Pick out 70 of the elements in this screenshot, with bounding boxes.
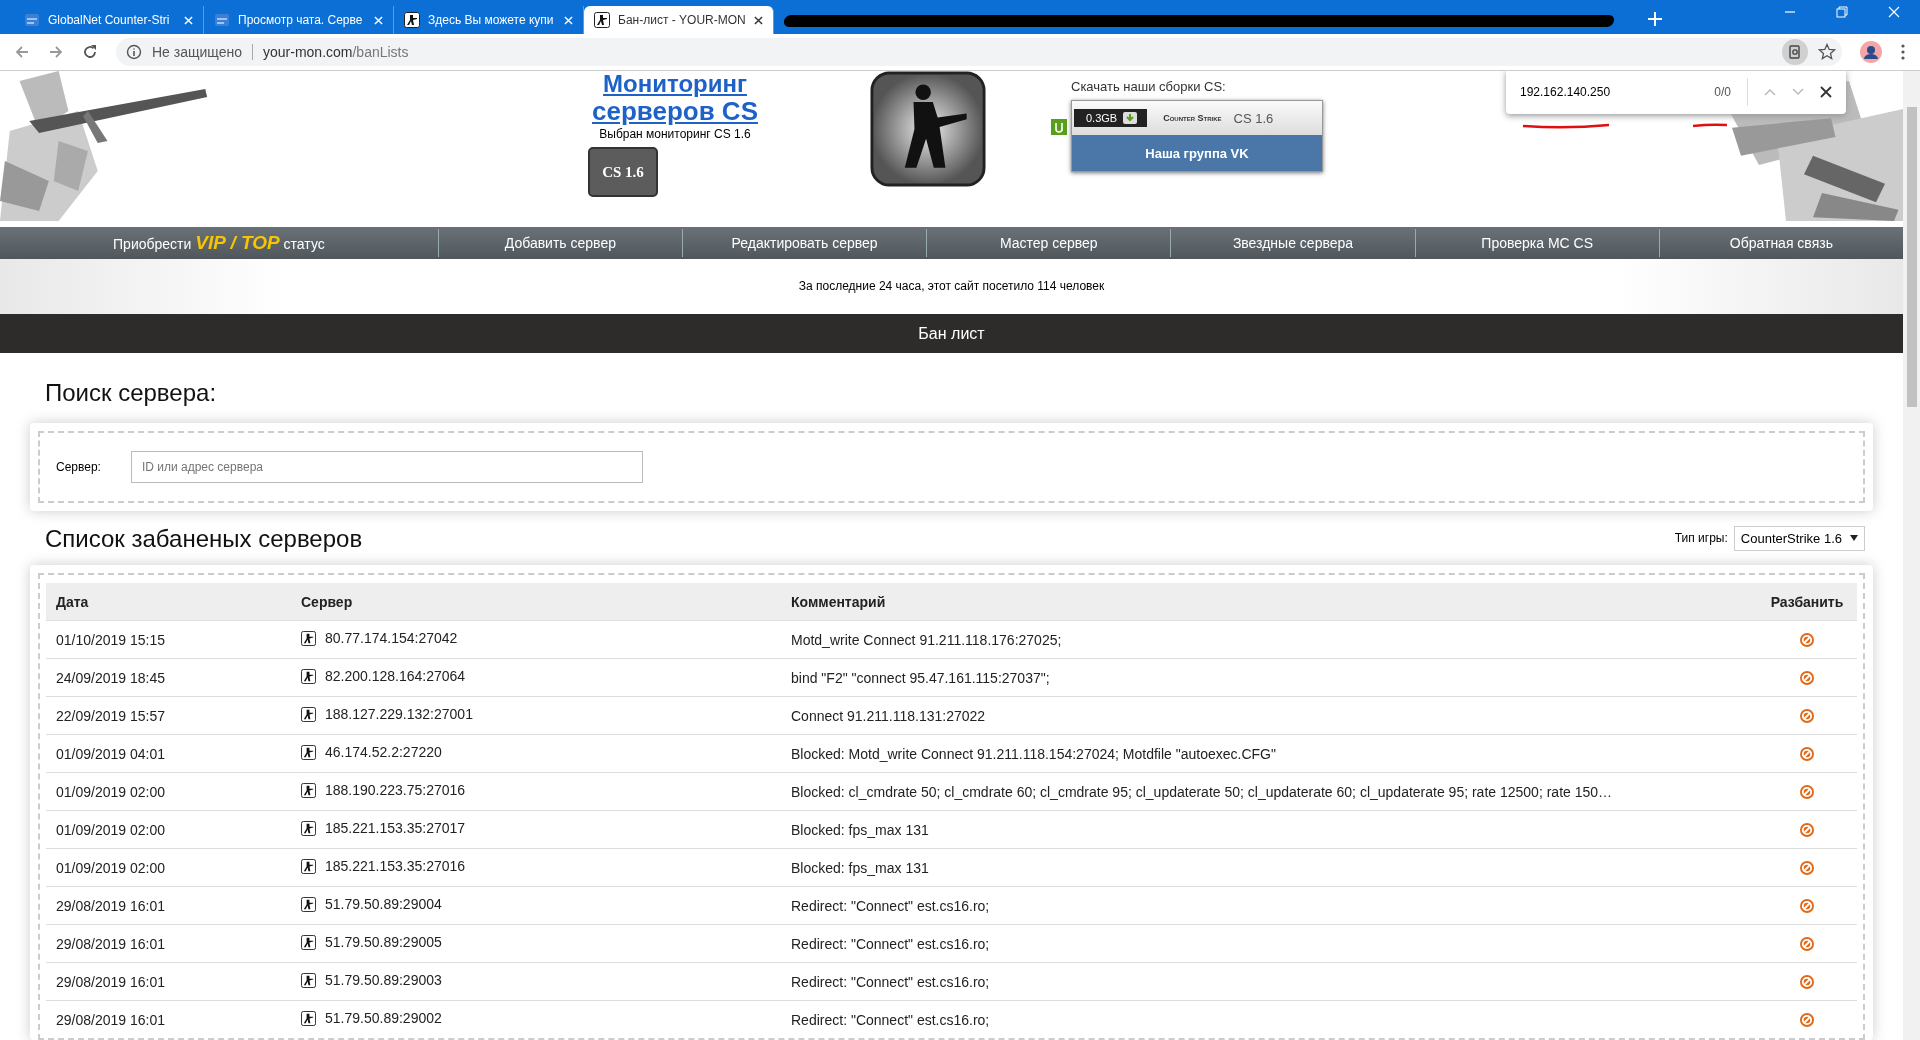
search-field[interactable]: ID или адрес сервера	[130, 451, 643, 483]
vk-group-button[interactable]: Наша группа VK	[1072, 135, 1322, 171]
nav-link[interactable]: Обратная связь	[1659, 234, 1903, 251]
table-cell: Connect 91.211.118.131:27022	[781, 696, 1757, 735]
table-cell: 01/09/2019 02:00	[46, 810, 291, 849]
nav-link[interactable]: Проверка МС CS	[1415, 234, 1659, 251]
server-address: 82.200.128.164:27064	[325, 668, 466, 685]
column-header: Дата	[46, 583, 291, 621]
server-address: 51.79.50.89:29005	[325, 934, 442, 951]
match-count: 0/0	[1714, 85, 1731, 99]
tab-title: Здесь Вы можете купи	[428, 13, 555, 27]
section-heading: Список забаненых серверов	[45, 525, 363, 553]
table-cell: 01/10/2019 15:15	[46, 620, 291, 659]
game-button[interactable]: CS 1.6	[588, 147, 658, 197]
table-cell: bind "F2" "connect 95.47.161.115:27037";	[781, 658, 1757, 697]
security-label: Не защищено	[152, 44, 253, 60]
page-title: Бан лист	[918, 324, 985, 343]
tab-title: Бан-лист - YOUR-MON	[618, 13, 746, 27]
browser-tab[interactable]: Бан-лист - YOUR-MON	[584, 6, 774, 34]
site-title-link[interactable]: Мониторинг	[603, 71, 747, 97]
server-address: 51.79.50.89:29004	[325, 896, 442, 913]
table-cell: Blocked: cl_cmdrate 50; cl_cmdrate 60; cl_cmdrate 95; cl_updaterate 50; cl_updaterate 60; cl_updaterate 95; rate 12500; rate 150…	[781, 772, 1757, 811]
version-text: CS 1.6	[1233, 110, 1274, 126]
table-cell: Redirect: "Connect" est.cs16.ro;	[781, 886, 1757, 925]
nav-link[interactable]: Мастер сервер	[927, 234, 1171, 251]
table-cell: 29/08/2019 16:01	[46, 924, 291, 963]
tab-title: GlobalNet Counter-Stri	[48, 13, 171, 27]
table-cell: 29/08/2019 16:01	[46, 1000, 291, 1038]
nav-link[interactable]: Добавить сервер	[438, 234, 682, 251]
table-cell: 29/08/2019 16:01	[46, 886, 291, 925]
table-cell: Blocked: fps_max 131	[781, 848, 1757, 887]
brand-text: Counter Strike	[1163, 113, 1222, 123]
server-address: 185.221.153.35:27017	[325, 820, 466, 837]
monitoring-subtitle: Выбран мониторинг CS 1.6	[599, 127, 751, 141]
nav-link[interactable]: Звездные сервера	[1171, 234, 1415, 251]
column-header: Комментарий	[781, 583, 1757, 621]
table-cell: 22/09/2019 15:57	[46, 696, 291, 735]
table-cell: Motd_write Connect 91.211.118.176:27025;	[781, 620, 1757, 659]
field-label: Тип игры:	[1674, 531, 1728, 545]
table-cell: 01/09/2019 02:00	[46, 848, 291, 887]
server-address: 51.79.50.89:29003	[325, 972, 442, 989]
server-address: 80.77.174.154:27042	[325, 630, 458, 647]
table-cell: Blocked: Motd_write Connect 91.211.118.154:27024; Motdfile "autoexec.CFG"	[781, 734, 1757, 773]
nav-link[interactable]: Приобрести VIP / TOP статус	[0, 231, 438, 254]
server-address: 185.221.153.35:27016	[325, 858, 466, 875]
visitor-count: За последние 24 часа, этот сайт посетило 114 человек	[798, 279, 1105, 294]
download-button[interactable]: 0.3GB Counter Strike CS 1.6	[1072, 101, 1322, 135]
table-cell: 01/09/2019 02:00	[46, 772, 291, 811]
table-cell: 29/08/2019 16:01	[46, 962, 291, 1001]
server-address: 188.190.223.75:27016	[325, 782, 466, 799]
column-header: Разбанить	[1757, 583, 1857, 621]
server-address: 46.174.52.2:27220	[325, 744, 442, 761]
tab-title: Просмотр чата. Серве	[238, 13, 364, 27]
table-cell: 24/09/2019 18:45	[46, 658, 291, 697]
download-label: Скачать наши сборки CS:	[1071, 79, 1227, 94]
server-address: 188.127.229.132:27001	[325, 706, 473, 723]
table-cell: 01/09/2019 04:01	[46, 734, 291, 773]
table-cell: Blocked: fps_max 131	[781, 810, 1757, 849]
table-cell: Redirect: "Connect" est.cs16.ro;	[781, 924, 1757, 963]
nav-link[interactable]: Редактировать сервер	[682, 234, 927, 251]
field-label: Сервер:	[56, 460, 101, 474]
game-dropdown[interactable]: CounterStrike 1.6	[1733, 525, 1865, 551]
column-header: Сервер	[291, 583, 781, 621]
url-text: your-mon.com/banLists	[263, 44, 409, 60]
table-cell: Redirect: "Connect" est.cs16.ro;	[781, 1000, 1757, 1038]
section-heading: Поиск сервера:	[45, 379, 218, 407]
server-address: 51.79.50.89:29002	[325, 1010, 442, 1027]
address-bar[interactable]: Не защищено your-mon.com/banLists	[116, 38, 1842, 66]
site-title-link[interactable]: серверов CS	[592, 97, 758, 125]
table-cell: Redirect: "Connect" est.cs16.ro;	[781, 962, 1757, 1001]
